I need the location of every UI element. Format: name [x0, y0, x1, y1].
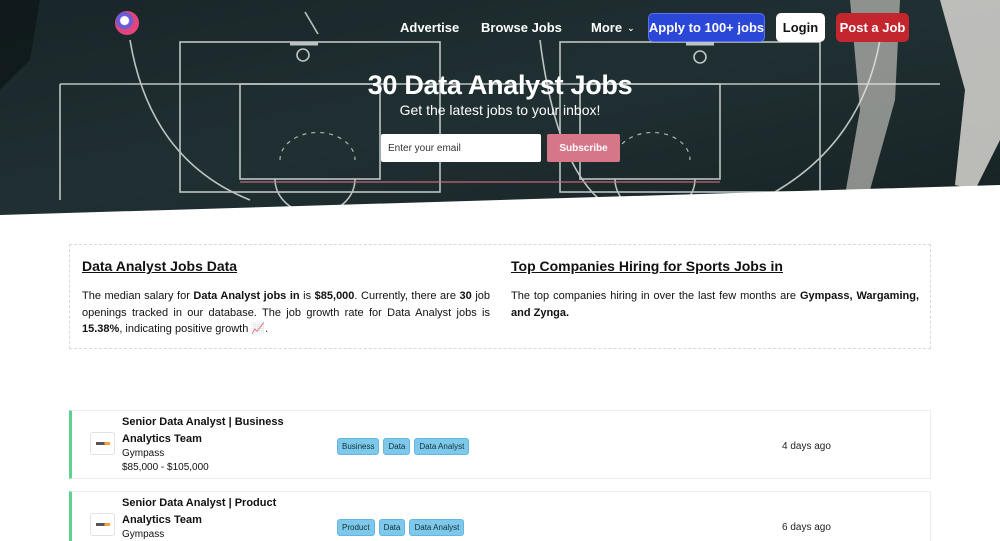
salary-info-column: Data Analyst Jobs Data The median salary… — [82, 258, 490, 338]
stats-info-box: Data Analyst Jobs Data The median salary… — [69, 244, 931, 349]
job-tag[interactable]: Product — [337, 519, 375, 536]
post-job-button[interactable]: Post a Job — [836, 13, 909, 42]
page-title: 30 Data Analyst Jobs — [367, 70, 633, 100]
nav-more[interactable]: More ⌄ — [591, 20, 635, 35]
nav-advertise[interactable]: Advertise — [400, 20, 459, 35]
company-logo — [90, 513, 115, 536]
site-logo[interactable] — [115, 11, 139, 35]
job-posted-age: 6 days ago — [782, 522, 831, 533]
login-button[interactable]: Login — [776, 13, 825, 42]
company-logo — [90, 432, 115, 455]
companies-info-heading: Top Companies Hiring for Sports Jobs in — [511, 258, 783, 274]
subscribe-button[interactable]: Subscribe — [547, 134, 620, 162]
apply-button[interactable]: Apply to 100+ jobs — [648, 13, 765, 42]
job-posted-age: 4 days ago — [782, 441, 831, 452]
job-tags: Business Data Data Analyst — [337, 438, 470, 455]
job-company: Gympass — [122, 448, 165, 459]
job-tag[interactable]: Data Analyst — [409, 519, 465, 536]
email-input[interactable] — [381, 134, 541, 162]
job-listing[interactable]: Senior Data Analyst | Product Analytics … — [69, 491, 931, 541]
nav-more-label: More — [591, 20, 623, 35]
hero-banner: Advertise Browse Jobs More ⌄ Apply to 100… — [0, 0, 1000, 215]
job-salary: $85,000 - $105,000 — [122, 462, 209, 473]
job-tag[interactable]: Data — [378, 519, 406, 536]
hero-subtitle: Get the latest jobs to your inbox! — [399, 102, 601, 118]
job-tags: Product Data Data Analyst — [337, 519, 465, 536]
salary-info-text: The median salary for Data Analyst jobs … — [82, 290, 490, 335]
job-company: Gympass — [122, 529, 165, 540]
salary-info-heading: Data Analyst Jobs Data — [82, 258, 238, 274]
job-title[interactable]: Senior Data Analyst | Business Analytics… — [122, 414, 302, 448]
companies-info-text: The top companies hiring in over the las… — [511, 290, 919, 319]
top-navigation: Advertise Browse Jobs More ⌄ Apply to 100… — [0, 0, 1000, 56]
job-tag[interactable]: Data Analyst — [414, 438, 470, 455]
chevron-down-icon: ⌄ — [627, 23, 635, 33]
job-title[interactable]: Senior Data Analyst | Product Analytics … — [122, 495, 302, 529]
job-listing[interactable]: Senior Data Analyst | Business Analytics… — [69, 410, 931, 479]
job-tag[interactable]: Data — [383, 438, 411, 455]
job-tag[interactable]: Business — [337, 438, 380, 455]
companies-info-column: Top Companies Hiring for Sports Jobs in … — [511, 258, 919, 321]
nav-browse-jobs[interactable]: Browse Jobs — [481, 20, 562, 35]
